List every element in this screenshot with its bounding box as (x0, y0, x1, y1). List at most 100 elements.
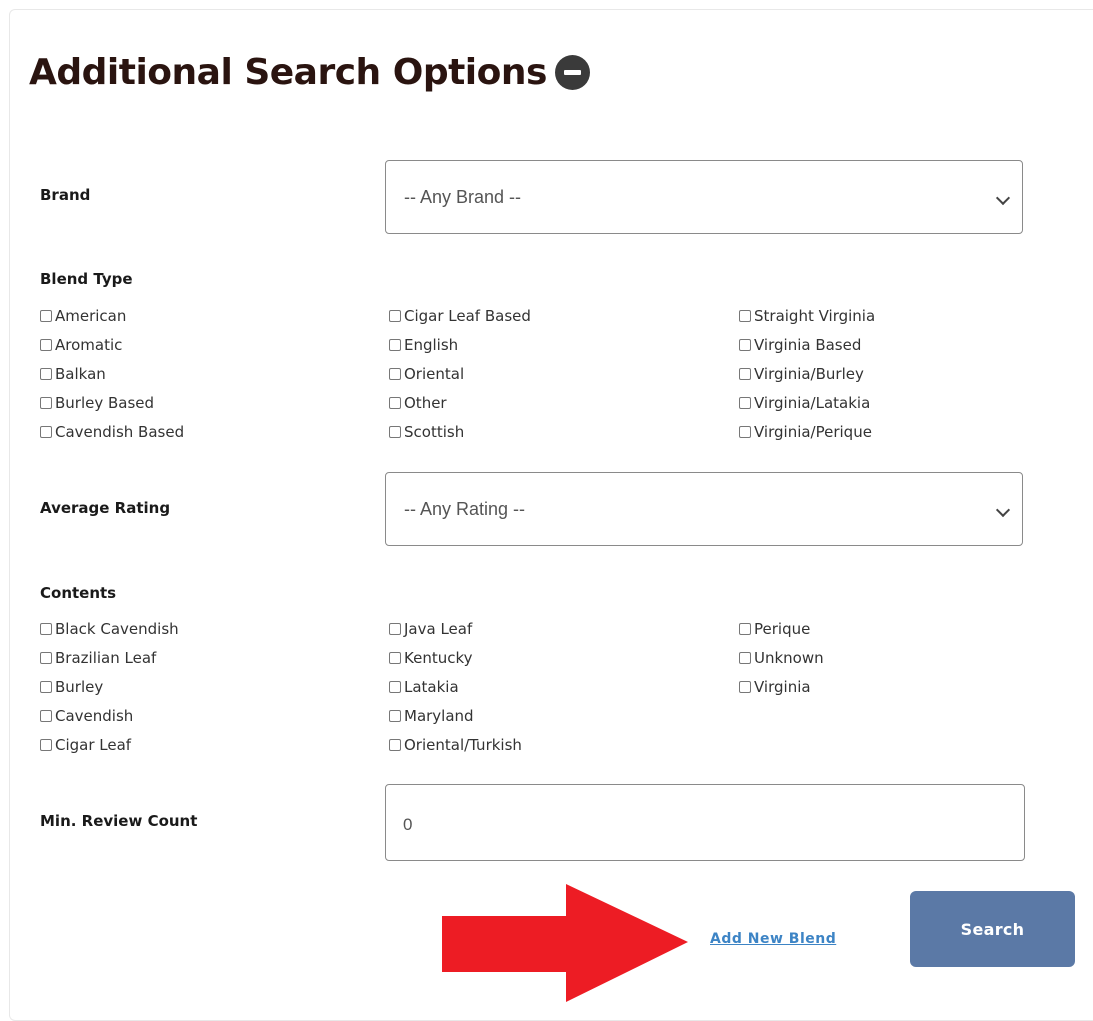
checkbox-label: Brazilian Leaf (55, 648, 157, 667)
blend-type-checkbox[interactable]: Scottish (389, 417, 531, 446)
rating-select-value: -- Any Rating -- (404, 499, 526, 519)
checkbox-icon[interactable] (739, 425, 751, 438)
checkbox-icon[interactable] (739, 396, 751, 409)
contents-checkbox[interactable]: Maryland (389, 701, 522, 730)
blend-type-checkbox[interactable]: Virginia Based (739, 330, 875, 359)
checkbox-icon[interactable] (40, 367, 52, 380)
checkbox-icon[interactable] (739, 651, 751, 664)
checkbox-icon[interactable] (40, 309, 52, 322)
blend-type-checkbox[interactable]: Cigar Leaf Based (389, 301, 531, 330)
checkbox-icon[interactable] (739, 367, 751, 380)
blend-type-checkbox[interactable]: Virginia/Latakia (739, 388, 875, 417)
blend-type-label: Blend Type (40, 270, 133, 288)
checkbox-icon[interactable] (389, 738, 401, 751)
review-count-input[interactable]: 0 (385, 784, 1025, 861)
page-title: Additional Search Options (29, 52, 547, 93)
checkbox-label: Aromatic (55, 335, 123, 354)
checkbox-icon[interactable] (389, 367, 401, 380)
checkbox-icon[interactable] (739, 309, 751, 322)
checkbox-icon[interactable] (389, 709, 401, 722)
blend-type-checkbox[interactable]: Cavendish Based (40, 417, 184, 446)
checkbox-label: Other (404, 393, 447, 412)
checkbox-label: Virginia (754, 677, 811, 696)
contents-checkbox[interactable]: Java Leaf (389, 614, 522, 643)
contents-label: Contents (40, 584, 117, 602)
review-count-label: Min. Review Count (40, 812, 198, 830)
checkbox-icon[interactable] (389, 622, 401, 635)
contents-checkbox[interactable]: Cavendish (40, 701, 179, 730)
red-arrow-icon (442, 884, 688, 1002)
checkbox-label: Burley (55, 677, 104, 696)
checkbox-icon[interactable] (40, 680, 52, 693)
blend-type-checkbox[interactable]: American (40, 301, 184, 330)
checkbox-label: Balkan (55, 364, 106, 383)
checkbox-label: Burley Based (55, 393, 155, 412)
contents-checkbox[interactable]: Unknown (739, 643, 824, 672)
blend-type-checkbox[interactable]: Aromatic (40, 330, 184, 359)
title-row: Additional Search Options (29, 52, 590, 93)
checkbox-icon[interactable] (40, 709, 52, 722)
checkbox-label: Unknown (754, 648, 824, 667)
checkbox-icon[interactable] (40, 622, 52, 635)
contents-checkbox[interactable]: Kentucky (389, 643, 522, 672)
add-new-blend-link[interactable]: Add New Blend (710, 931, 836, 947)
contents-checkbox[interactable]: Virginia (739, 672, 824, 701)
checkbox-label: Oriental (404, 364, 465, 383)
checkbox-label: Perique (754, 619, 811, 638)
brand-select-value: -- Any Brand -- (404, 187, 522, 207)
blend-type-checkbox[interactable]: English (389, 330, 531, 359)
brand-select[interactable]: -- Any Brand -- (385, 160, 1023, 234)
contents-checkbox[interactable]: Cigar Leaf (40, 730, 179, 759)
checkbox-icon[interactable] (40, 651, 52, 664)
blend-type-checkbox[interactable]: Virginia/Perique (739, 417, 875, 446)
checkbox-label: Cigar Leaf (55, 735, 132, 754)
contents-checkbox[interactable]: Burley (40, 672, 179, 701)
blend-type-checkbox[interactable]: Other (389, 388, 531, 417)
checkbox-label: Cavendish Based (55, 422, 185, 441)
checkbox-icon[interactable] (739, 680, 751, 693)
contents-checkbox[interactable]: Oriental/Turkish (389, 730, 522, 759)
checkbox-icon[interactable] (40, 738, 52, 751)
checkbox-icon[interactable] (40, 425, 52, 438)
checkbox-label: Maryland (404, 706, 474, 725)
contents-column-3: Perique Unknown Virginia (739, 614, 824, 701)
contents-checkbox[interactable]: Black Cavendish (40, 614, 179, 643)
blend-type-checkbox[interactable]: Oriental (389, 359, 531, 388)
search-button[interactable]: Search (910, 891, 1075, 967)
checkbox-label: Cigar Leaf Based (404, 306, 531, 325)
checkbox-icon[interactable] (40, 338, 52, 351)
rating-select[interactable]: -- Any Rating -- (385, 472, 1023, 546)
contents-column-1: Black Cavendish Brazilian Leaf Burley Ca… (40, 614, 179, 759)
blend-type-column-1: American Aromatic Balkan Burley Based Ca… (40, 301, 184, 446)
checkbox-icon[interactable] (389, 680, 401, 693)
checkbox-label: Virginia/Latakia (754, 393, 871, 412)
blend-type-checkbox[interactable]: Balkan (40, 359, 184, 388)
checkbox-icon[interactable] (739, 338, 751, 351)
checkbox-label: American (55, 306, 127, 325)
checkbox-icon[interactable] (389, 651, 401, 664)
minus-circle-icon[interactable] (554, 55, 590, 90)
blend-type-checkbox[interactable]: Straight Virginia (739, 301, 875, 330)
contents-checkbox[interactable]: Perique (739, 614, 824, 643)
checkbox-label: Black Cavendish (55, 619, 179, 638)
chevron-down-icon (995, 190, 1011, 206)
checkbox-icon[interactable] (40, 396, 52, 409)
checkbox-icon[interactable] (389, 309, 401, 322)
checkbox-label: English (404, 335, 459, 354)
contents-checkbox[interactable]: Brazilian Leaf (40, 643, 179, 672)
checkbox-label: Straight Virginia (754, 306, 876, 325)
blend-type-checkbox[interactable]: Burley Based (40, 388, 184, 417)
checkbox-icon[interactable] (389, 338, 401, 351)
checkbox-label: Scottish (404, 422, 465, 441)
checkbox-icon[interactable] (389, 425, 401, 438)
checkbox-label: Oriental/Turkish (404, 735, 522, 754)
contents-checkbox[interactable]: Latakia (389, 672, 522, 701)
checkbox-label: Kentucky (404, 648, 473, 667)
blend-type-checkbox[interactable]: Virginia/Burley (739, 359, 875, 388)
checkbox-label: Latakia (404, 677, 459, 696)
checkbox-icon[interactable] (739, 622, 751, 635)
checkbox-icon[interactable] (389, 396, 401, 409)
contents-column-2: Java Leaf Kentucky Latakia Maryland Orie… (389, 614, 522, 759)
blend-type-column-2: Cigar Leaf Based English Oriental Other … (389, 301, 531, 446)
brand-label: Brand (40, 186, 91, 204)
